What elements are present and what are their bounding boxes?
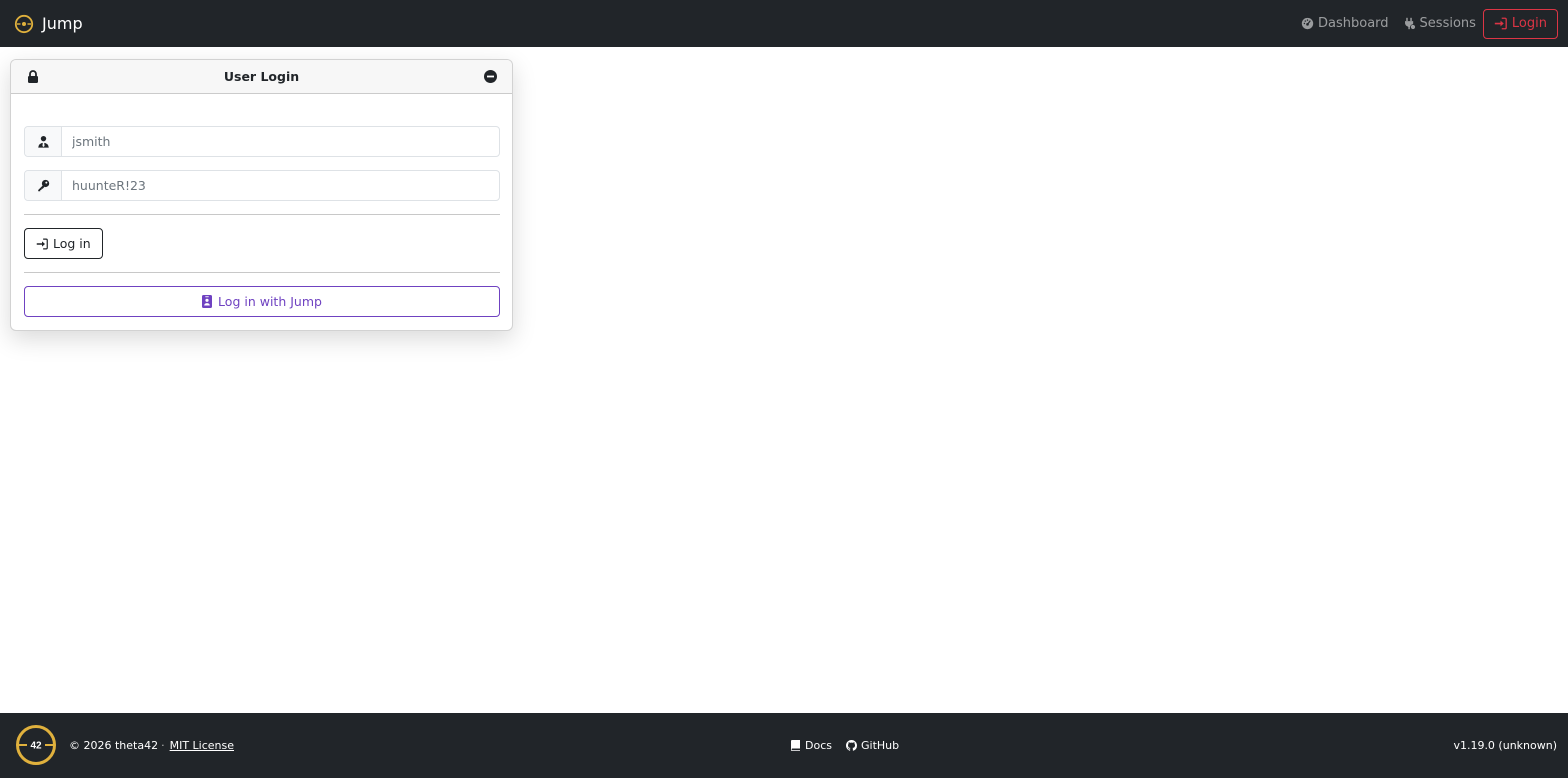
log-in-with-jump-label: Log in with Jump <box>218 294 322 309</box>
brand-name: Jump <box>42 13 83 33</box>
top-navbar: Jump Dashboard Sessions Login <box>0 0 1568 47</box>
nav-dashboard-link[interactable]: Dashboard <box>1294 16 1396 31</box>
footer-version: v1.19.0 (unknown) <box>1453 739 1557 752</box>
login-card: User Login jsmith huunteR!23 Log in Log … <box>10 59 513 331</box>
mit-license-link[interactable]: MIT License <box>170 739 234 752</box>
nav-right-group: Dashboard Sessions Login <box>1294 0 1558 47</box>
theta42-logo-icon: 42 <box>16 725 56 765</box>
user-tie-icon <box>37 135 49 148</box>
footer-docs-label: Docs <box>805 739 832 752</box>
github-icon <box>845 740 857 751</box>
password-input-group <box>24 170 500 201</box>
nav-dashboard-label: Dashboard <box>1318 16 1389 31</box>
nav-login-button[interactable]: Login <box>1482 8 1558 39</box>
login-card-header: User Login <box>11 60 512 94</box>
copyright-separator: · <box>161 739 165 752</box>
footer-links: Docs GitHub <box>790 739 913 752</box>
footer-logo-text: 42 <box>30 741 42 752</box>
form-divider-bottom <box>24 272 500 273</box>
minimize-icon[interactable] <box>484 70 497 83</box>
gauge-icon <box>1301 17 1314 30</box>
log-in-button-label: Log in <box>53 236 91 251</box>
footer: 42 © 2026 theta42 · MIT License Docs Git… <box>0 713 1568 778</box>
form-divider-top <box>24 214 500 215</box>
plug-icon <box>1404 17 1416 30</box>
username-input[interactable] <box>62 127 499 156</box>
jump-logo-icon <box>14 14 34 33</box>
log-in-with-jump-button[interactable]: Log in with Jump <box>24 286 500 317</box>
log-in-button[interactable]: Log in <box>24 228 103 259</box>
sign-in-icon <box>36 238 48 249</box>
nav-sessions-label: Sessions <box>1419 16 1476 31</box>
brand-link[interactable]: Jump <box>14 14 83 34</box>
username-addon <box>25 127 62 156</box>
footer-docs-link[interactable]: Docs <box>790 739 832 752</box>
password-input[interactable] <box>62 171 499 200</box>
nav-sessions-link[interactable]: Sessions <box>1396 16 1483 31</box>
id-badge-icon <box>202 295 213 308</box>
copyright-text: © 2026 theta42 <box>69 739 159 752</box>
password-addon <box>25 171 62 200</box>
username-input-group <box>24 126 500 157</box>
sign-in-icon <box>1494 17 1507 30</box>
footer-github-label: GitHub <box>860 739 900 752</box>
lock-icon <box>28 70 38 83</box>
login-card-title: User Login <box>223 69 300 84</box>
nav-login-label: Login <box>1511 16 1547 31</box>
key-icon <box>37 179 49 192</box>
footer-github-link[interactable]: GitHub <box>845 739 900 752</box>
footer-copyright: © 2026 theta42 · MIT License <box>69 739 234 752</box>
book-icon <box>791 740 800 751</box>
